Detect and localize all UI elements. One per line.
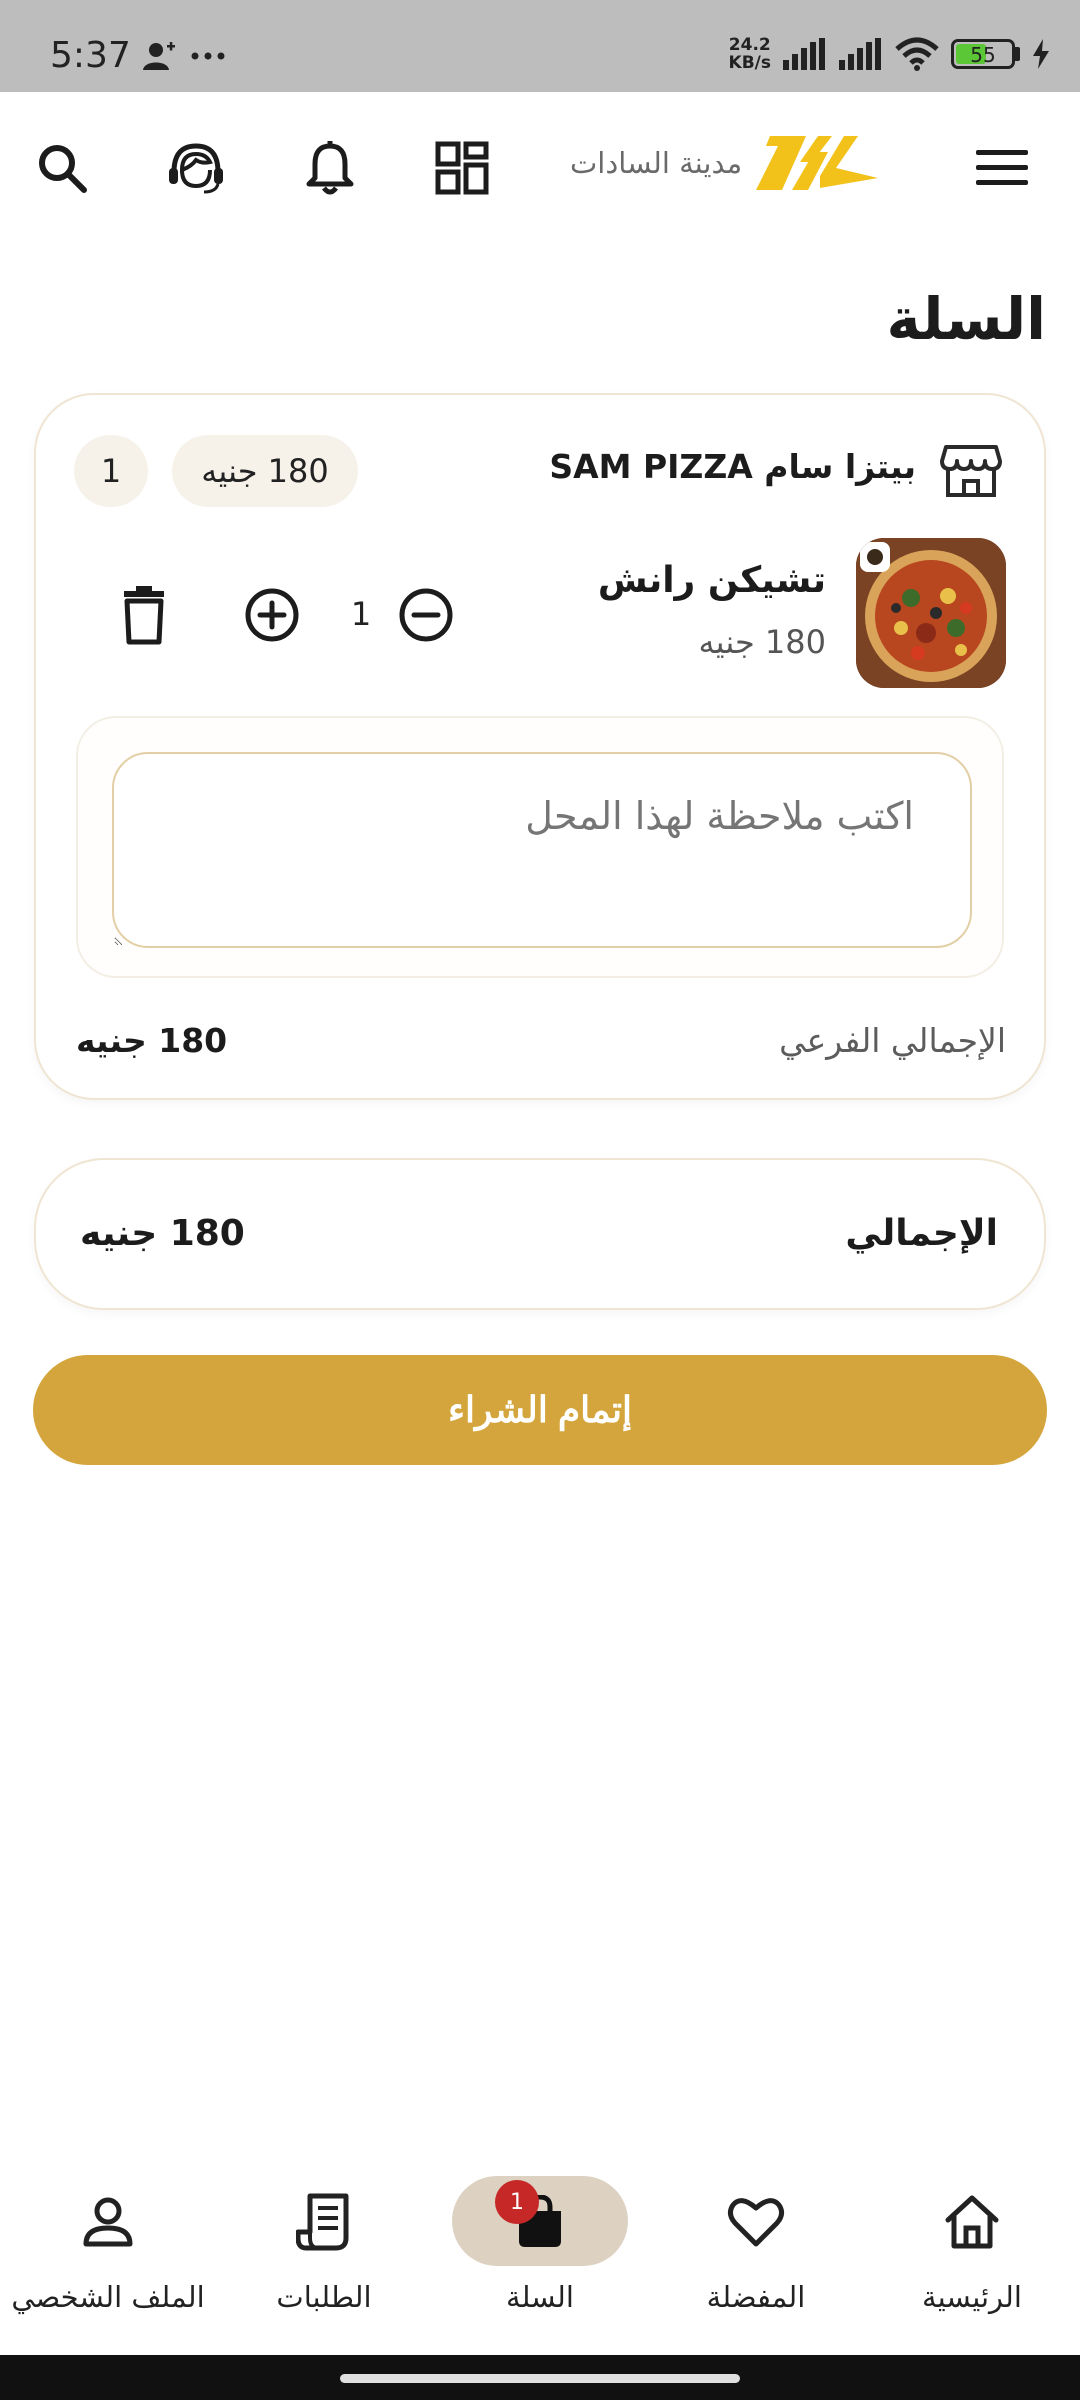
menu-icon (976, 150, 1028, 185)
status-right-icons: 24.2 KB/s 55 (729, 36, 1050, 72)
notifications-button[interactable] (300, 138, 360, 198)
total-label: الإجمالي (845, 1213, 998, 1254)
store-icon (940, 445, 1002, 497)
brand-logo-mark-icon (756, 136, 878, 190)
search-button[interactable] (32, 138, 92, 198)
subtotal-value: 180 جنيه (76, 1021, 228, 1060)
nav-label-orders: الطلبات (276, 2280, 372, 2314)
order-total-card: الإجمالي 180 جنيه (34, 1158, 1046, 1310)
bottom-navigation: الملف الشخصي الطلبات السلة المفضلة الرئي… (0, 2150, 1080, 2355)
battery-level: 55 (970, 43, 996, 67)
store-name[interactable]: بيتزا سام SAM PIZZA (549, 447, 916, 486)
store-note-input[interactable] (112, 752, 972, 948)
signal-icon-2 (839, 38, 881, 70)
item-name: تشيكن رانش (597, 560, 826, 601)
nav-label-home: الرئيسية (922, 2280, 1022, 2314)
network-speed: 24.2 KB/s (729, 36, 771, 72)
total-value: 180 جنيه (80, 1213, 245, 1254)
nav-item-home[interactable]: الرئيسية (864, 2150, 1080, 2355)
store-items-count: 1 (74, 435, 148, 507)
trash-icon (124, 586, 164, 645)
status-time: 5:37 (50, 35, 131, 76)
qr-code-icon (435, 141, 489, 195)
checkout-button[interactable]: إتمام الشراء (33, 1355, 1047, 1465)
minus-circle-icon (399, 588, 453, 642)
nav-item-profile[interactable]: الملف الشخصي (0, 2150, 216, 2355)
plus-circle-icon (245, 588, 299, 642)
brand-name: مدينة السادات (570, 146, 743, 180)
store-total-pill: 180 جنيه (172, 435, 358, 507)
brand-logo: مدينة السادات (570, 132, 880, 202)
cart-count-badge: 1 (495, 2180, 539, 2224)
search-icon (39, 145, 87, 193)
signal-icon (783, 38, 825, 70)
item-price: 180 جنيه (698, 623, 827, 661)
subtotal-label: الإجمالي الفرعي (779, 1021, 1006, 1060)
profile-icon (76, 2190, 140, 2254)
notification-bell-icon (306, 141, 354, 195)
nav-item-cart[interactable]: السلة (432, 2150, 648, 2355)
page-title: السلة (886, 285, 1046, 353)
item-quantity: 1 (350, 595, 372, 633)
nav-item-favorites[interactable]: المفضلة (648, 2150, 864, 2355)
network-speed-value: 24.2 (728, 35, 771, 55)
gesture-handle[interactable] (340, 2374, 740, 2383)
nav-label-cart: السلة (506, 2280, 574, 2314)
person-add-icon (143, 42, 175, 70)
battery-tip (1015, 47, 1020, 61)
status-bar: 5:37 24.2 KB/s 55 (0, 0, 1080, 92)
increase-quantity-button[interactable] (242, 585, 302, 645)
charging-bolt-icon (1033, 39, 1049, 69)
qr-scan-button[interactable] (432, 138, 492, 198)
decrease-quantity-button[interactable] (396, 585, 456, 645)
favorite-heart-icon (724, 2190, 788, 2254)
battery-icon: 55 (951, 39, 1015, 69)
item-image (856, 538, 1006, 688)
network-speed-unit: KB/s (728, 53, 771, 73)
nav-item-orders[interactable]: الطلبات (216, 2150, 432, 2355)
battery-indicator: 55 (951, 39, 1020, 69)
store-cart-card: بيتزا سام SAM PIZZA 180 جنيه 1 تشيكن ران… (34, 393, 1046, 1100)
pizza-image (856, 538, 1006, 688)
home-icon (940, 2190, 1004, 2254)
more-dots-icon (191, 52, 225, 60)
menu-button[interactable] (972, 138, 1032, 198)
orders-receipt-icon (292, 2190, 356, 2254)
store-note-container (76, 716, 1004, 978)
delete-item-button[interactable] (116, 585, 172, 645)
nav-label-profile: الملف الشخصي (11, 2280, 205, 2314)
nav-label-favorites: المفضلة (706, 2280, 806, 2314)
support-button[interactable] (166, 138, 226, 198)
status-left-icons (140, 40, 226, 72)
wifi-icon (895, 37, 939, 71)
app-header: مدينة السادات (0, 92, 1080, 242)
support-headset-icon (169, 143, 223, 194)
